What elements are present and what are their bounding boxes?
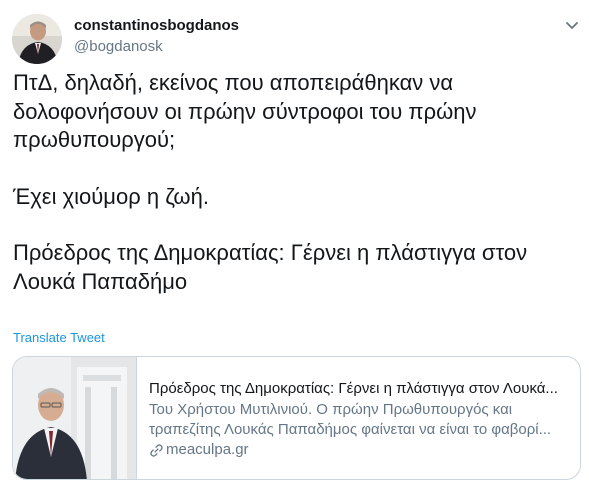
person-avatar-icon (12, 14, 62, 64)
card-title: Πρόεδρος της Δημοκρατίας: Γέρνει η πλάστ… (149, 380, 558, 397)
more-options-button[interactable] (562, 16, 582, 36)
card-description-line: Του Χρήστου Μυτιλινιού. Ο πρώην Πρωθυπου… (149, 401, 513, 418)
tweet-paragraph: Πρόεδρος της Δημοκρατίας: Γέρνει η πλάστ… (13, 239, 583, 296)
card-thumbnail-image (13, 357, 136, 479)
card-description: Του Χρήστου Μυτιλινιού. Ο πρώην Πρωθυπου… (149, 400, 569, 440)
card-body: Πρόεδρος της Δημοκρατίας: Γέρνει η πλάστ… (149, 379, 569, 460)
tweet-line: δολοφονήσουν οι πρώην σύντροφοι του πρώη… (13, 98, 477, 124)
link-preview-card[interactable]: Πρόεδρος της Δημοκρατίας: Γέρνει η πλάστ… (12, 356, 581, 480)
tweet-line: Έχει χιούμορ η ζωή. (13, 183, 209, 209)
card-domain-text: meaculpa.gr (166, 441, 249, 458)
tweet-text: ΠτΔ, δηλαδή, εκείνος που αποπειράθηκαν ν… (13, 69, 583, 296)
tweet-paragraph: ΠτΔ, δηλαδή, εκείνος που αποπειράθηκαν ν… (13, 69, 583, 155)
tweet-paragraph: Έχει χιούμορ η ζωή. (13, 183, 583, 212)
link-icon (150, 443, 163, 457)
chevron-down-icon (566, 22, 578, 29)
avatar[interactable] (12, 14, 62, 64)
author-display-name[interactable]: constantinosbogdanos (74, 17, 239, 34)
tweet-line: Πρόεδρος της Δημοκρατίας: Γέρνει η πλάστ… (13, 240, 528, 265)
tweet-line: πρωθυπουργού; (13, 127, 176, 152)
card-thumbnail (13, 357, 137, 479)
translate-tweet-link[interactable]: Translate Tweet (13, 330, 105, 345)
author-handle[interactable]: @bogdanosk (74, 38, 163, 55)
tweet-line: ΠτΔ, δηλαδή, εκείνος που αποπειράθηκαν ν… (13, 70, 454, 95)
card-domain: meaculpa.gr (149, 440, 569, 460)
card-description-line: τραπεζίτης Λουκάς Παπαδήμος φαίνεται να … (149, 421, 552, 438)
tweet-line: Λουκά Παπαδήμο (13, 268, 188, 294)
